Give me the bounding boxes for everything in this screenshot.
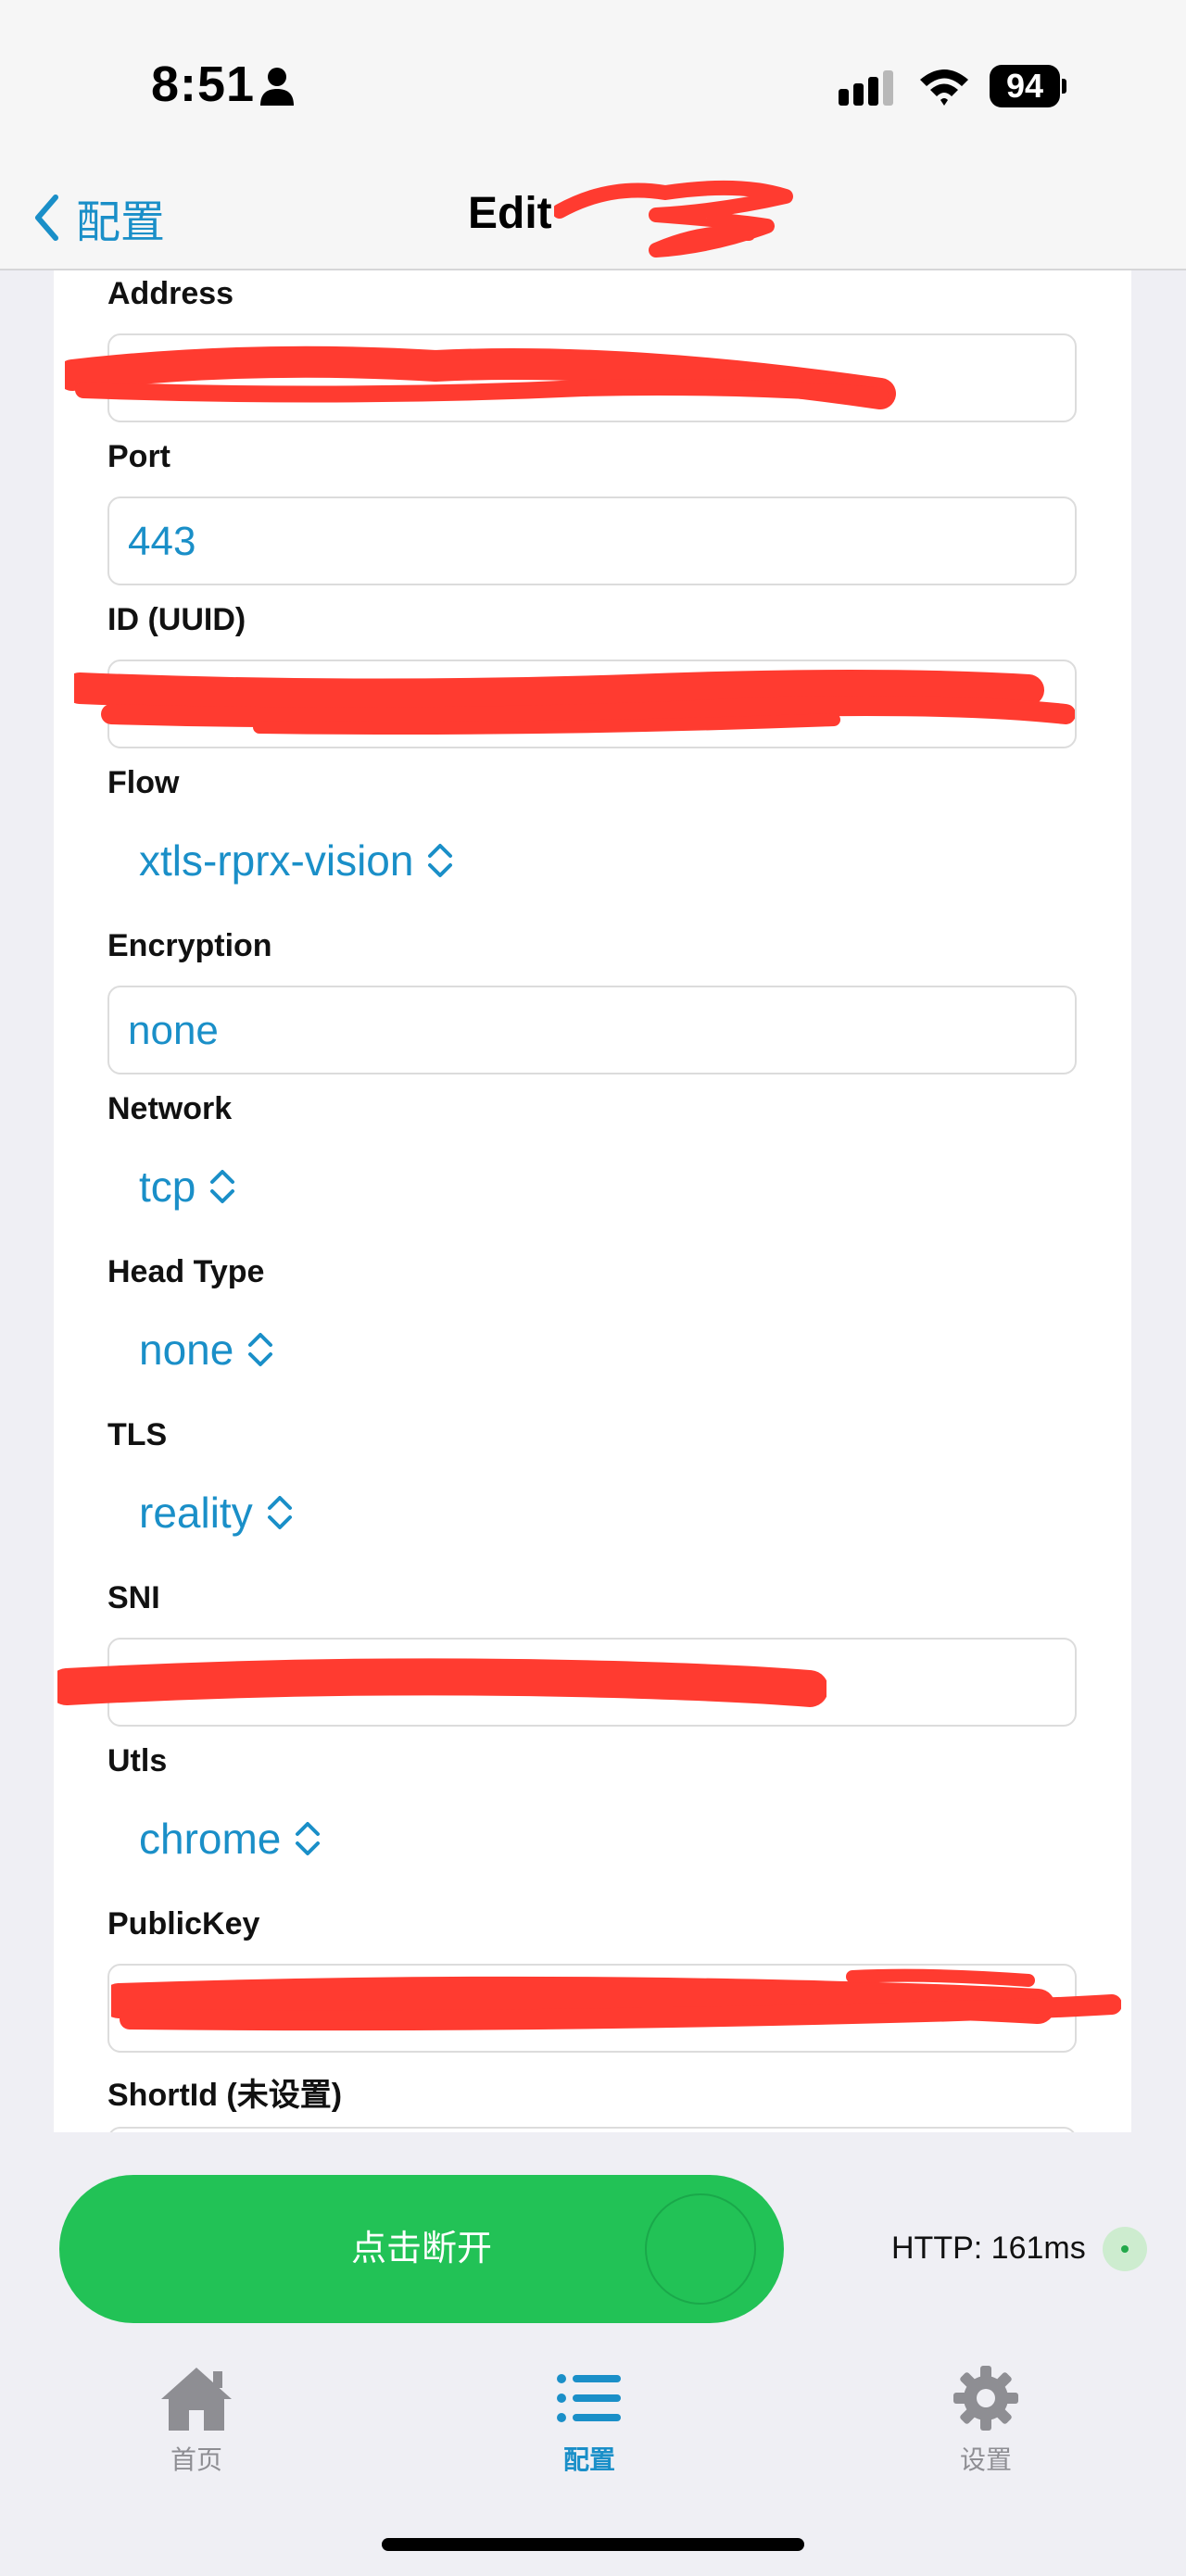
utls-picker[interactable]: chrome	[139, 1814, 322, 1864]
head-type-label: Head Type	[107, 1254, 265, 1289]
status-time: 8:51	[151, 57, 256, 112]
tab-home[interactable]: 首页	[85, 2364, 308, 2477]
wifi-icon	[920, 69, 968, 106]
port-label: Port	[107, 439, 170, 474]
address-field[interactable]	[107, 333, 1077, 422]
chevron-up-down-icon	[428, 844, 453, 877]
chevron-up-down-icon	[267, 1496, 292, 1529]
chevron-up-down-icon	[296, 1822, 321, 1855]
gear-icon	[953, 2366, 1018, 2431]
utls-label: Utls	[107, 1743, 168, 1778]
tab-config[interactable]: 配置	[478, 2364, 700, 2477]
encryption-label: Encryption	[107, 928, 272, 963]
short-id-label: ShortId (未设置)	[107, 2078, 343, 2113]
navigation-bar: 配置 Edit	[0, 167, 1186, 270]
tab-settings[interactable]: 设置	[875, 2364, 1097, 2477]
chevron-up-down-icon	[248, 1333, 273, 1366]
list-icon	[557, 2374, 621, 2422]
id-label: ID (UUID)	[107, 602, 246, 637]
chevron-left-icon	[35, 195, 58, 241]
tls-value: reality	[139, 1489, 253, 1537]
disconnect-button[interactable]: 点击断开	[59, 2175, 784, 2323]
public-key-label: PublicKey	[107, 1906, 260, 1941]
tab-label: 设置	[959, 2445, 1012, 2474]
latency-text: HTTP: 161ms	[891, 2230, 1086, 2266]
battery-indicator: 94	[990, 65, 1067, 107]
address-label: Address	[107, 276, 234, 311]
port-value: 443	[128, 519, 196, 564]
public-key-field[interactable]	[107, 1964, 1077, 2053]
flow-value: xtls-rprx-vision	[139, 836, 414, 885]
bottom-panel: 点击断开 HTTP: 161ms 首页 配置 设置	[0, 2132, 1186, 2576]
network-label: Network	[107, 1091, 233, 1126]
head-type-value: none	[139, 1326, 234, 1374]
status-bar: 8:51 94	[0, 0, 1186, 167]
head-type-picker[interactable]: none	[139, 1325, 274, 1375]
chevron-up-down-icon	[210, 1170, 235, 1203]
page-title: Edit	[468, 189, 552, 238]
flow-picker[interactable]: xtls-rprx-vision	[139, 836, 454, 886]
sni-label: SNI	[107, 1580, 160, 1615]
tab-label: 首页	[170, 2445, 222, 2474]
cellular-signal-icon	[839, 70, 893, 106]
utls-value: chrome	[139, 1815, 282, 1863]
network-value: tcp	[139, 1162, 196, 1211]
sni-field[interactable]	[107, 1638, 1077, 1727]
flow-label: Flow	[107, 765, 180, 800]
tls-label: TLS	[107, 1417, 168, 1452]
person-icon	[260, 68, 294, 106]
tab-label: 配置	[562, 2445, 615, 2474]
tls-picker[interactable]: reality	[139, 1488, 294, 1538]
home-indicator[interactable]	[382, 2538, 804, 2551]
encryption-field[interactable]: none	[107, 986, 1077, 1074]
house-icon	[161, 2368, 232, 2431]
back-button[interactable]: 配置	[33, 167, 165, 269]
back-button-label: 配置	[76, 198, 166, 247]
id-field[interactable]	[107, 660, 1077, 748]
battery-level: 94	[990, 65, 1060, 107]
config-form: Address Port 443 ID (UUID) Flow xtls-rpr…	[54, 270, 1131, 2132]
disconnect-button-label: 点击断开	[350, 2230, 492, 2268]
button-ripple	[645, 2193, 756, 2305]
port-field[interactable]: 443	[107, 496, 1077, 585]
network-picker[interactable]: tcp	[139, 1162, 236, 1212]
connection-status-dot	[1103, 2227, 1147, 2271]
encryption-value: none	[128, 1008, 219, 1053]
